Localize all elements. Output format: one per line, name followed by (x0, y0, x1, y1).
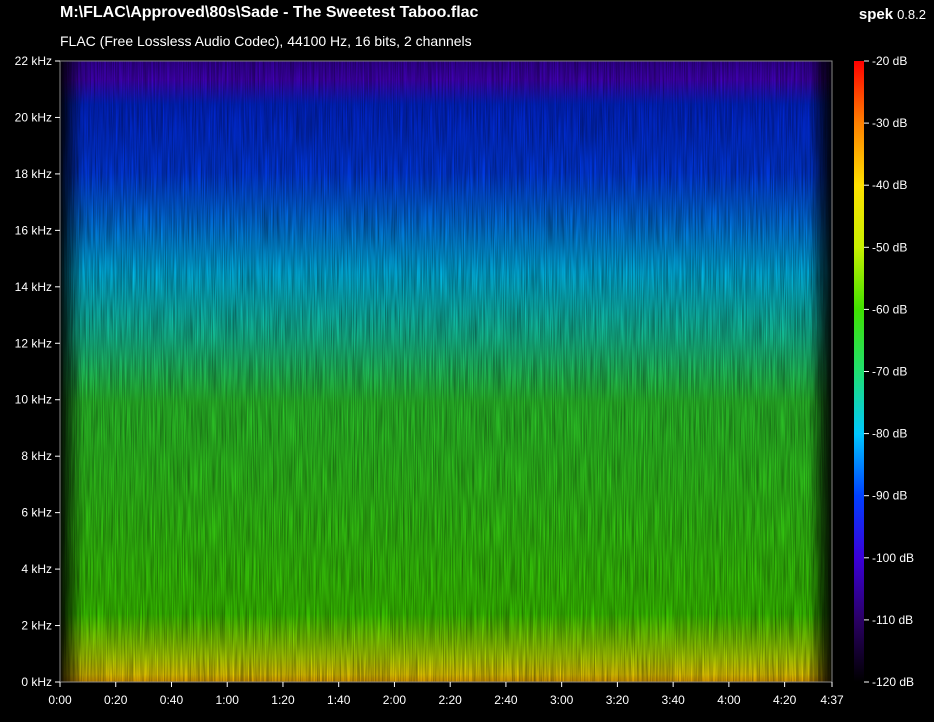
colorbar: -20 dB -30 dB -40 dB -50 dB -60 dB -70 dB -80 … (854, 54, 914, 689)
y-tick-label: 12 kHz (15, 336, 52, 350)
x-tick-label: 4:00 (717, 693, 741, 707)
colorbar-gradient (854, 61, 864, 682)
x-tick-label: 1:00 (216, 693, 240, 707)
x-tick-label: 3:40 (661, 693, 685, 707)
x-tick-label: 0:40 (160, 693, 184, 707)
x-tick-label: 4:20 (773, 693, 797, 707)
y-tick-label: 6 kHz (21, 506, 52, 520)
spectrogram-chart: 0 kHz 2 kHz 4 kHz 6 kHz 8 kHz 10 kHz 12 kHz 14 … (15, 54, 914, 707)
x-axis: 0:00 0:20 0:40 1:00 1:20 1:40 2:00 2:20 2:40 3:00… (48, 682, 844, 707)
colorbar-tick-label: -110 dB (872, 613, 913, 627)
colorbar-tick-label: -100 dB (872, 551, 914, 565)
colorbar-tick-label: -60 dB (872, 302, 907, 316)
colorbar-tick-label: -120 dB (872, 675, 914, 689)
colorbar-tick-label: -40 dB (872, 178, 907, 192)
y-tick-label: 14 kHz (15, 280, 52, 294)
x-tick-label: 1:40 (327, 693, 351, 707)
x-tick-label: 0:20 (104, 693, 128, 707)
y-tick-label: 16 kHz (15, 223, 52, 237)
y-tick-label: 10 kHz (15, 393, 52, 407)
y-tick-label: 18 kHz (15, 167, 52, 181)
colorbar-tick-label: -90 dB (872, 489, 907, 503)
colorbar-tick-label: -30 dB (872, 116, 907, 130)
y-tick-label: 0 kHz (21, 675, 52, 689)
y-axis: 0 kHz 2 kHz 4 kHz 6 kHz 8 kHz 10 kHz 12 kHz 14 … (15, 54, 60, 689)
x-tick-label: 4:37 (820, 693, 844, 707)
y-tick-label: 4 kHz (21, 562, 52, 576)
x-tick-label: 1:20 (271, 693, 295, 707)
y-tick-label: 2 kHz (21, 619, 52, 633)
x-tick-label: 2:00 (383, 693, 407, 707)
x-tick-label: 2:40 (494, 693, 518, 707)
spectrogram-image (60, 61, 832, 682)
y-tick-label: 22 kHz (15, 54, 52, 68)
colorbar-tick-label: -20 dB (872, 54, 907, 68)
x-tick-label: 3:20 (606, 693, 630, 707)
y-tick-label: 20 kHz (15, 110, 52, 124)
colorbar-tick-label: -50 dB (872, 240, 907, 254)
colorbar-tick-label: -80 dB (872, 427, 907, 441)
y-tick-label: 8 kHz (21, 449, 52, 463)
x-tick-label: 3:00 (550, 693, 574, 707)
colorbar-tick-label: -70 dB (872, 365, 907, 379)
x-tick-label: 0:00 (48, 693, 72, 707)
x-tick-label: 2:20 (439, 693, 463, 707)
